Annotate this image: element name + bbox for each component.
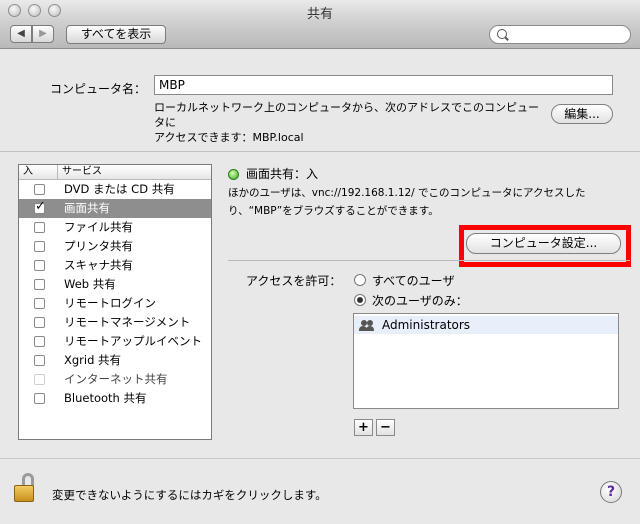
service-checkbox[interactable] (34, 197, 46, 216)
service-row[interactable]: ファイル共有 (19, 218, 211, 237)
user-name: Administrators (382, 318, 471, 332)
radio-only-users[interactable] (354, 294, 366, 306)
radio-all-users[interactable] (354, 274, 366, 286)
service-name: スキャナ共有 (64, 258, 133, 272)
service-checkbox[interactable] (34, 393, 45, 404)
window-title: 共有 (306, 7, 333, 22)
service-checkbox[interactable] (34, 374, 45, 385)
header-service[interactable]: サービス (57, 165, 102, 179)
service-row[interactable]: Bluetooth 共有 (19, 389, 211, 408)
lock-text: 変更できないようにするにはカギをクリックします。 (52, 488, 327, 502)
user-row[interactable]: Administrators (354, 316, 618, 334)
service-name: プリンタ共有 (64, 239, 133, 253)
search-input[interactable] (489, 25, 631, 44)
group-icon (359, 320, 375, 331)
service-row[interactable]: リモートログイン (19, 294, 211, 313)
services-list-header: 入 サービス (19, 165, 211, 180)
service-checkbox[interactable] (34, 317, 45, 328)
users-list[interactable]: Administrators (353, 313, 619, 409)
service-checkbox[interactable] (34, 298, 45, 309)
radio-all-users-label[interactable]: すべてのユーザ (372, 272, 454, 289)
computer-name-label: コンピュータ名： (50, 82, 147, 96)
address-note-line1: ローカルネットワーク上のコンピュータから、次のアドレスでこのコンピュータに (154, 101, 539, 129)
divider (228, 260, 630, 261)
service-checkbox[interactable] (34, 279, 45, 290)
lock-icon[interactable] (12, 473, 38, 503)
forward-arrow-icon: ▶ (39, 28, 47, 39)
header-on[interactable]: 入 (23, 165, 33, 179)
service-checkbox[interactable] (34, 222, 45, 233)
services-rows: DVD または CD 共有画面共有ファイル共有プリンタ共有スキャナ共有 Web 共… (19, 180, 211, 408)
service-name: DVD または CD 共有 (64, 182, 175, 196)
computer-settings-button[interactable]: コンピュータ設定... (466, 233, 621, 254)
service-description: ほかのユーザは、vnc://192.168.1.12/ でこのコンピュータにアク… (228, 184, 598, 220)
service-name: ファイル共有 (64, 220, 133, 234)
service-name: リモートログイン (64, 296, 156, 310)
edit-button[interactable]: 編集... (551, 104, 613, 124)
show-all-button[interactable]: すべてを表示 (66, 25, 166, 44)
address-note-line2: アクセスできます：MBP.local (154, 131, 304, 144)
radio-only-users-label[interactable]: 次のユーザのみ： (372, 292, 468, 309)
service-row[interactable]: DVD または CD 共有 (19, 180, 211, 199)
service-status: 画面共有：入 (246, 167, 319, 181)
service-name: Bluetooth 共有 (64, 391, 147, 405)
back-button[interactable]: ◀ (10, 25, 32, 43)
service-name: 画面共有 (64, 201, 110, 215)
service-checkbox[interactable] (34, 260, 45, 271)
title-bar: 共有 (0, 0, 640, 23)
service-description-line2: り、“MBP”をブラウズすることができます。 (228, 205, 439, 217)
service-row[interactable]: プリンタ共有 (19, 237, 211, 256)
service-checkbox[interactable] (34, 241, 45, 252)
service-name: インターネット共有 (64, 372, 168, 386)
service-name: Xgrid 共有 (64, 353, 122, 367)
service-name: リモートマネージメント (64, 315, 191, 329)
service-checkbox[interactable] (34, 336, 45, 347)
forward-button[interactable]: ▶ (32, 25, 54, 43)
services-list[interactable]: 入 サービス DVD または CD 共有画面共有ファイル共有プリンタ共有スキャナ… (18, 164, 212, 440)
address-note: ローカルネットワーク上のコンピュータから、次のアドレスでこのコンピュータに アク… (154, 100, 549, 145)
access-label: アクセスを許可： (246, 274, 342, 288)
footer-divider (0, 458, 640, 459)
service-row[interactable]: リモートマネージメント (19, 313, 211, 332)
service-checkbox[interactable] (34, 355, 45, 366)
service-description-line1: ほかのユーザは、vnc://192.168.1.12/ でこのコンピュータにアク… (228, 187, 586, 199)
status-indicator-icon (228, 169, 239, 180)
service-row[interactable]: Web 共有 (19, 275, 211, 294)
service-row[interactable]: リモートアップルイベント (19, 332, 211, 351)
service-row[interactable]: Xgrid 共有 (19, 351, 211, 370)
service-row[interactable]: 画面共有 (19, 197, 211, 218)
service-checkbox[interactable] (34, 184, 45, 195)
service-row[interactable]: インターネット共有 (19, 370, 211, 389)
service-name: リモートアップルイベント (64, 334, 202, 348)
back-arrow-icon: ◀ (17, 28, 25, 39)
remove-user-button[interactable]: − (376, 419, 395, 436)
service-name: Web 共有 (64, 277, 116, 291)
toolbar: ◀ ▶ すべてを表示 (0, 22, 640, 49)
add-user-button[interactable]: + (354, 419, 373, 436)
service-row[interactable]: スキャナ共有 (19, 256, 211, 275)
help-button[interactable]: ? (600, 481, 622, 503)
computer-name-field[interactable]: MBP (154, 75, 613, 95)
search-icon (497, 29, 507, 39)
